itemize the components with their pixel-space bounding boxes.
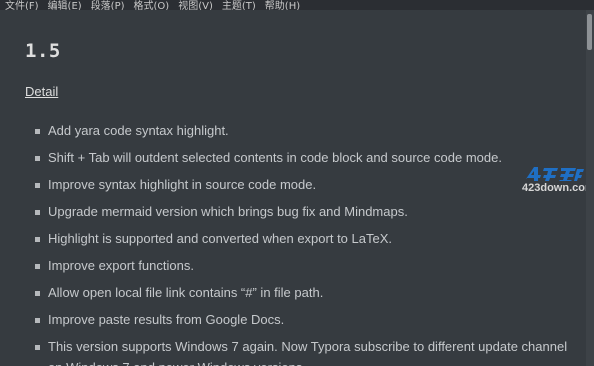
bullet-icon [35, 210, 40, 215]
scrollbar-thumb[interactable] [587, 14, 592, 50]
bullet-icon [35, 345, 40, 350]
bullet-icon [35, 264, 40, 269]
menu-view[interactable]: 视图(V) [178, 1, 213, 10]
editor-content[interactable]: 1.5 Detail Add yara code syntax highligh… [0, 10, 586, 366]
list-item: Shift + Tab will outdent selected conten… [0, 148, 586, 175]
list-item-text: Highlight is supported and converted whe… [48, 231, 392, 246]
list-item: Improve paste results from Google Docs. [0, 310, 586, 337]
list-item: Improve export functions. [0, 256, 586, 283]
list-item-text: Shift + Tab will outdent selected conten… [48, 150, 502, 165]
bullet-icon [35, 129, 40, 134]
watermark-text: 423down.com [522, 182, 594, 194]
changelog-list: Add yara code syntax highlight. Shift + … [0, 121, 586, 366]
watermark-logo-icon [526, 167, 584, 181]
menu-theme[interactable]: 主题(T) [222, 1, 256, 10]
list-item-text: Upgrade mermaid version which brings bug… [48, 204, 408, 219]
list-item-continuation: on Windows 7 and newer Windows versions. [0, 358, 586, 366]
section-heading: 1.5 [25, 40, 61, 62]
vertical-scrollbar[interactable] [586, 10, 594, 366]
list-item-text: Improve paste results from Google Docs. [48, 312, 285, 327]
list-item: Upgrade mermaid version which brings bug… [0, 202, 586, 229]
bullet-icon [35, 183, 40, 188]
watermark: 423down.com [522, 165, 594, 197]
list-item: Allow open local file link contains “#” … [0, 283, 586, 310]
menu-bar: 文件(F) 编辑(E) 段落(P) 格式(O) 视图(V) 主题(T) 帮助(H) [0, 0, 594, 10]
list-item-text: Improve export functions. [48, 258, 194, 273]
list-item-text: Add yara code syntax highlight. [48, 123, 229, 138]
bullet-icon [35, 237, 40, 242]
menu-file[interactable]: 文件(F) [5, 1, 39, 10]
typora-window: 文件(F) 编辑(E) 段落(P) 格式(O) 视图(V) 主题(T) 帮助(H) 1.5 … [0, 0, 594, 366]
menu-format[interactable]: 格式(O) [134, 1, 170, 10]
bullet-icon [35, 156, 40, 161]
detail-link[interactable]: Detail [25, 84, 58, 99]
bullet-icon [35, 318, 40, 323]
list-item-text: Allow open local file link contains “#” … [48, 285, 324, 300]
list-item: Add yara code syntax highlight. [0, 121, 586, 148]
list-item: Improve syntax highlight in source code … [0, 175, 586, 202]
bullet-icon [35, 291, 40, 296]
list-item: Highlight is supported and converted whe… [0, 229, 586, 256]
list-item-text: Improve syntax highlight in source code … [48, 177, 317, 192]
list-item-text: This version supports Windows 7 again. N… [48, 339, 568, 354]
menu-edit[interactable]: 编辑(E) [48, 1, 82, 10]
menu-paragraph[interactable]: 段落(P) [91, 1, 125, 10]
menu-help[interactable]: 帮助(H) [265, 1, 300, 10]
